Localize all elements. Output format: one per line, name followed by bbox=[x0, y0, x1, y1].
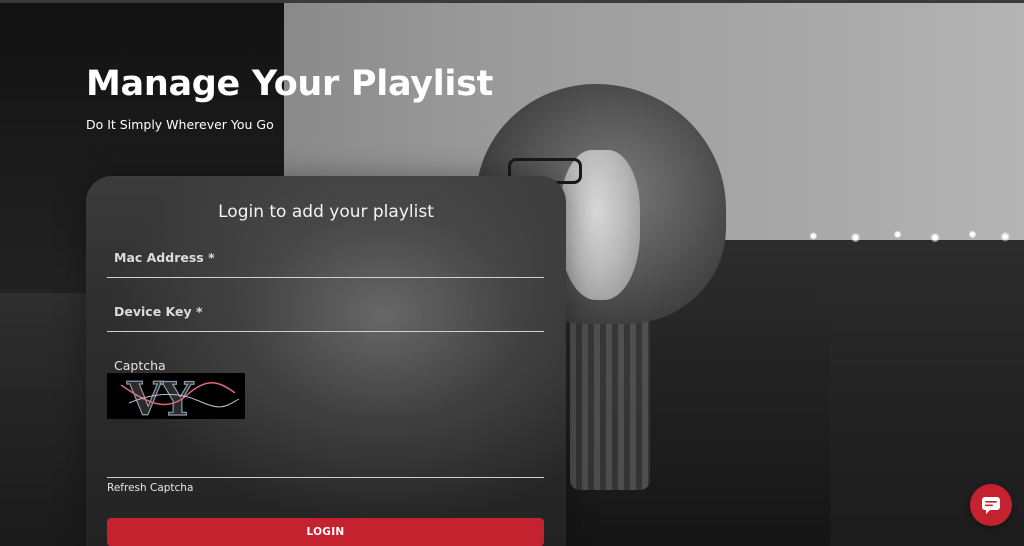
captcha-input[interactable] bbox=[107, 434, 544, 478]
chat-bubble-icon bbox=[982, 497, 1000, 514]
device-key-input[interactable] bbox=[107, 296, 544, 334]
login-card-title: Login to add your playlist bbox=[218, 202, 434, 222]
captcha-image: VY bbox=[107, 371, 245, 427]
refresh-captcha-link[interactable]: Refresh Captcha bbox=[107, 482, 193, 494]
device-key-underline bbox=[107, 331, 544, 332]
chat-widget-button[interactable] bbox=[970, 484, 1012, 526]
hero-subtitle: Do It Simply Wherever You Go bbox=[86, 117, 274, 132]
captcha-label: Captcha bbox=[114, 358, 166, 373]
mac-address-underline bbox=[107, 277, 544, 278]
mac-address-input[interactable] bbox=[107, 242, 544, 280]
background-string-lights bbox=[790, 228, 1024, 244]
login-card: Login to add your playlist Mac Address *… bbox=[86, 176, 566, 546]
captcha-graphic: VY bbox=[107, 371, 245, 427]
login-button[interactable]: LOGIN bbox=[107, 518, 544, 546]
hero-title: Manage Your Playlist bbox=[86, 64, 494, 104]
